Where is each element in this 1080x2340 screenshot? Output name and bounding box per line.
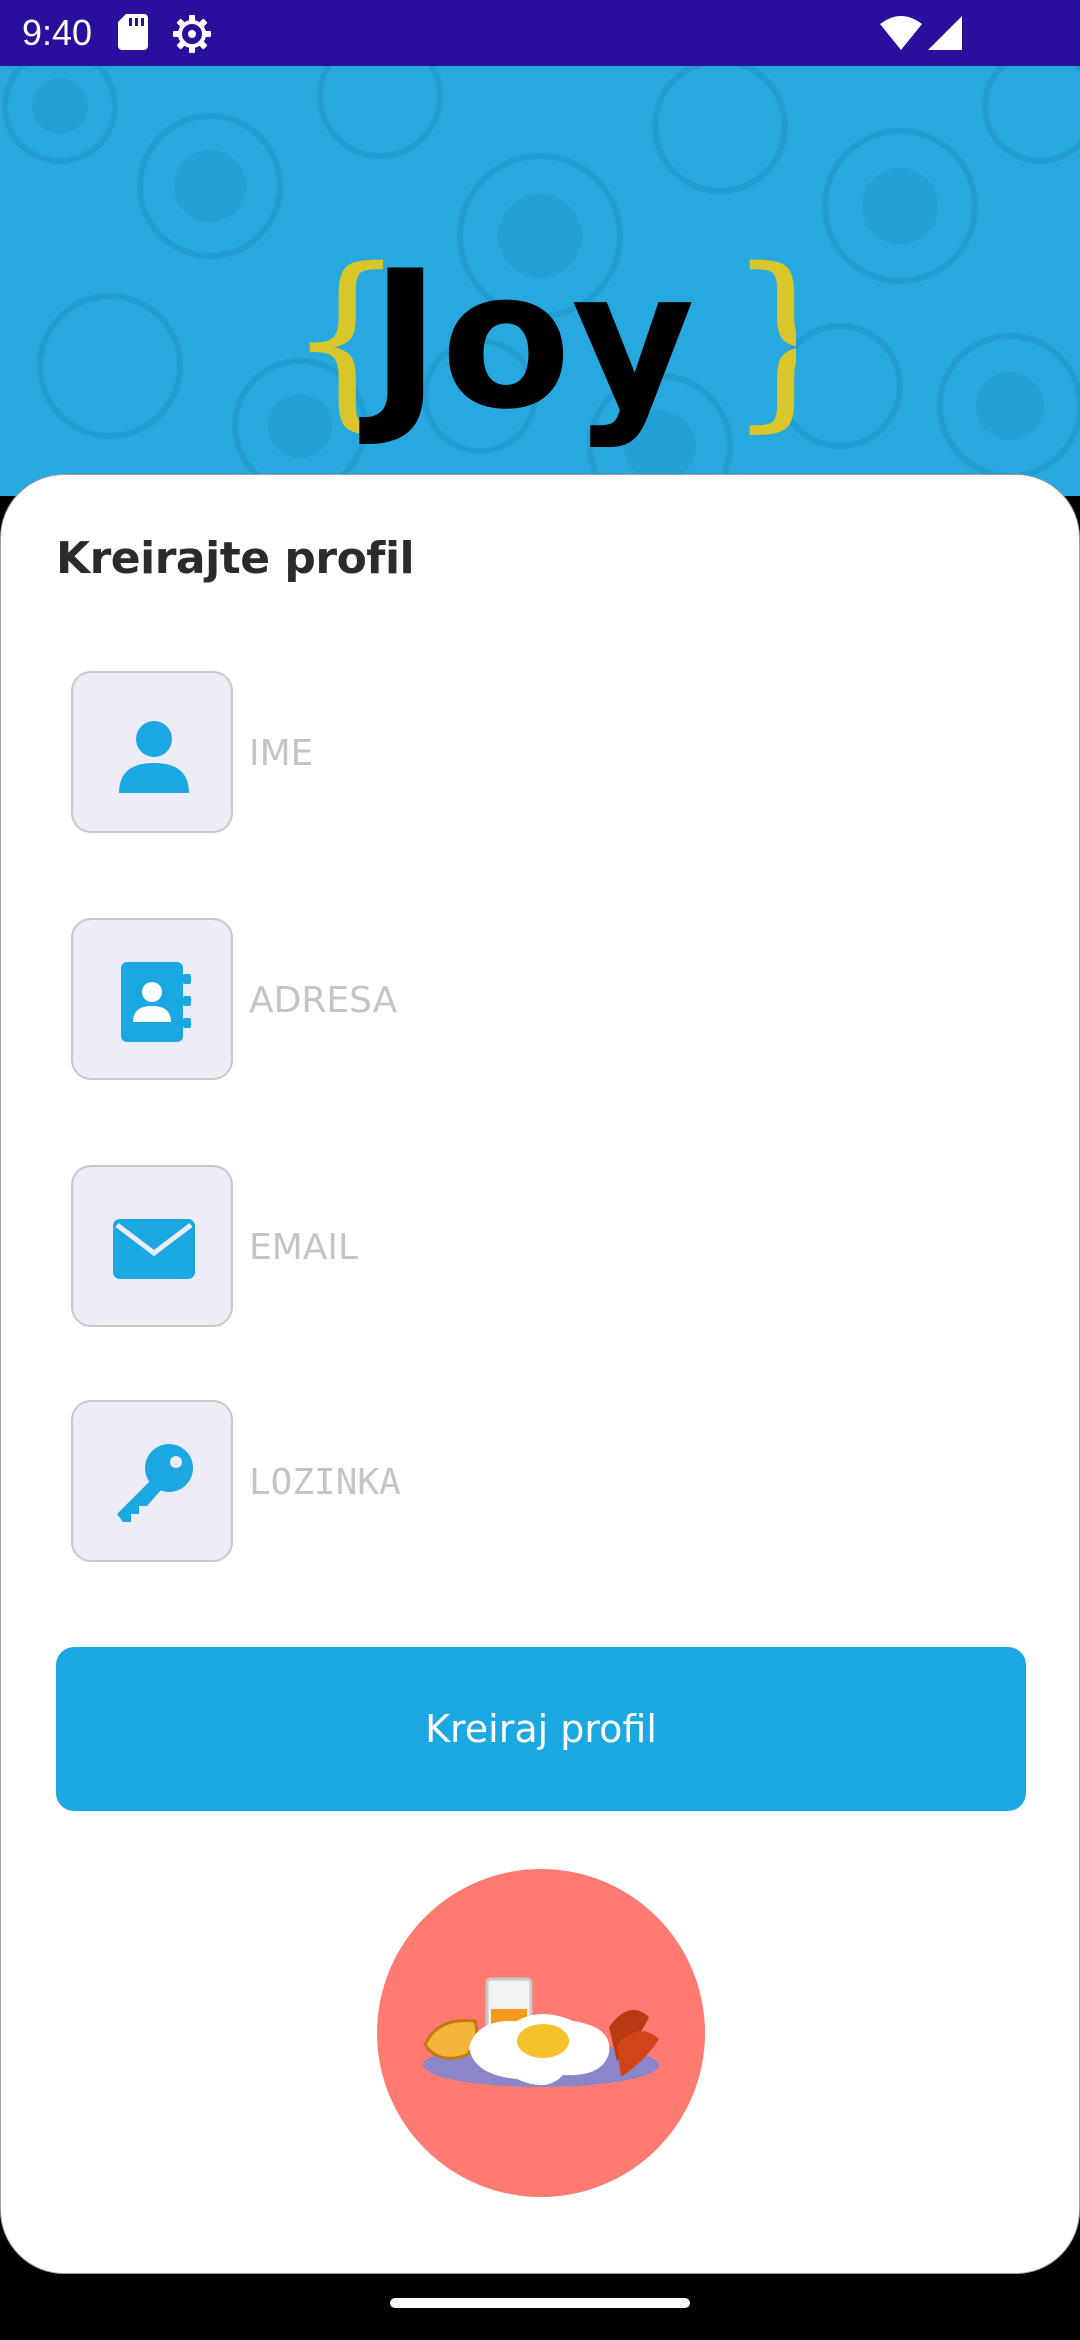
- joy-logo: { Joy }: [286, 228, 796, 451]
- password-icon-box: [71, 1400, 233, 1562]
- status-bar: 9:40: [0, 0, 1080, 66]
- breakfast-plate-icon: [423, 1977, 659, 2087]
- signup-card: Kreirajte profil IME ADRESA EMAIL Kreira…: [0, 474, 1080, 2274]
- email-field: [71, 1165, 1031, 1329]
- name-input[interactable]: [249, 721, 1009, 785]
- page-title: Kreirajte profil: [56, 533, 415, 584]
- system-nav-bar: [0, 2274, 1080, 2340]
- password-field: [71, 1400, 1031, 1564]
- email-icon-box: [71, 1165, 233, 1327]
- logo-brace-right: }: [726, 228, 796, 449]
- sd-card-icon: [118, 14, 148, 50]
- wifi-icon: [880, 16, 922, 50]
- person-icon: [119, 721, 189, 793]
- status-time: 9:40: [22, 12, 93, 53]
- address-book-icon: [121, 962, 191, 1042]
- password-input[interactable]: [249, 1450, 1009, 1514]
- name-icon-box: [71, 671, 233, 833]
- address-input[interactable]: [249, 968, 1009, 1032]
- envelope-icon: [113, 1219, 195, 1279]
- create-profile-button[interactable]: Kreiraj profil: [56, 1647, 1026, 1811]
- address-icon-box: [71, 918, 233, 1080]
- header-banner: { Joy }: [0, 66, 1080, 496]
- name-field: [71, 671, 1031, 835]
- key-icon: [117, 1444, 193, 1522]
- breakfast-illustration: [377, 1869, 705, 2197]
- email-input[interactable]: [249, 1215, 1009, 1279]
- signal-icon: [928, 16, 962, 50]
- logo-text: Joy: [359, 230, 695, 451]
- settings-gear-icon: [173, 15, 211, 53]
- home-indicator[interactable]: [390, 2298, 690, 2308]
- address-field: [71, 918, 1031, 1082]
